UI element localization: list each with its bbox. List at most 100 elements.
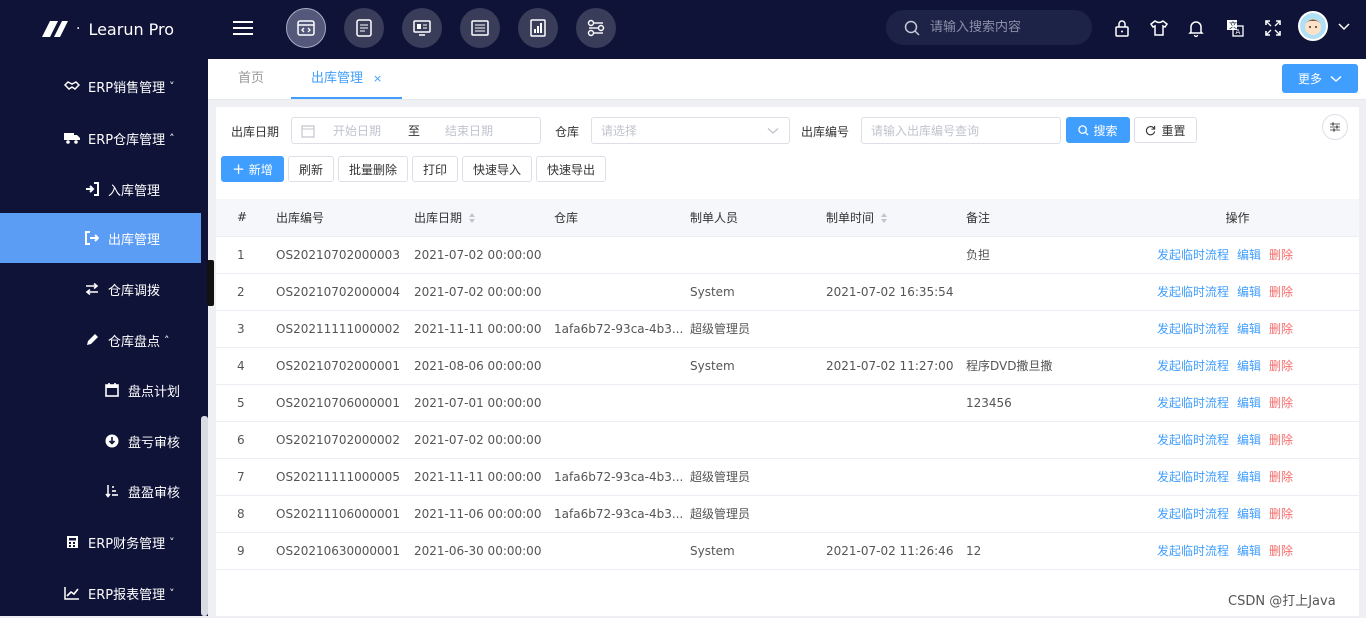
table-row[interactable]: 5 OS20210706000001 2021-07-01 00:00:00 1234…	[216, 384, 1359, 422]
warehouse-select[interactable]: 请选择	[591, 117, 790, 144]
col-header-created-time[interactable]: 制单时间	[826, 199, 966, 237]
col-header-warehouse[interactable]: 仓库	[554, 199, 690, 237]
edit-link[interactable]: 编辑	[1237, 322, 1261, 336]
delete-link[interactable]: 删除	[1269, 248, 1293, 262]
table-row[interactable]: 6 OS20210702000002 2021-07-02 00:00:00 发起临时…	[216, 421, 1359, 459]
code-search-field[interactable]: 请输入出库编号查询	[861, 117, 1061, 144]
global-search-input[interactable]	[930, 20, 1080, 35]
sidebar-item-erp-report[interactable]: ERP报表管理 ˅	[0, 568, 201, 618]
sidebar-collapse-handle[interactable]	[207, 260, 214, 306]
start-flow-link[interactable]: 发起临时流程	[1157, 433, 1229, 447]
delete-link[interactable]: 删除	[1269, 507, 1293, 521]
quick-export-button[interactable]: 快速导出	[536, 156, 606, 182]
theme-shirt-icon[interactable]	[1148, 17, 1170, 39]
table-row[interactable]: 1 OS20210702000003 2021-07-02 00:00:00 负担 发起…	[216, 236, 1359, 274]
sort-icon[interactable]	[880, 212, 888, 224]
fullscreen-icon[interactable]	[1262, 17, 1284, 39]
module-flow-button[interactable]	[576, 8, 616, 48]
bell-icon[interactable]	[1185, 17, 1207, 39]
table-row[interactable]: 9 OS20210630000001 2021-06-30 00:00:00 Syst…	[216, 532, 1359, 570]
module-report-button[interactable]	[518, 8, 558, 48]
col-header-date[interactable]: 出库日期	[414, 199, 554, 237]
table-row[interactable]: 2 OS20210702000004 2021-07-02 00:00:00 Syst…	[216, 273, 1359, 311]
delete-link[interactable]: 删除	[1269, 322, 1293, 336]
cell-actions: 发起临时流程 编辑 删除	[1116, 347, 1359, 385]
cell-warehouse	[554, 421, 690, 459]
start-flow-link[interactable]: 发起临时流程	[1157, 359, 1229, 373]
sidebar-item-erp-finance[interactable]: ERP财务管理 ˅	[0, 517, 201, 567]
delete-link[interactable]: 删除	[1269, 544, 1293, 558]
cell-warehouse	[554, 236, 690, 274]
close-icon[interactable]: ×	[373, 72, 382, 85]
calendar-icon	[301, 124, 315, 138]
module-news-button[interactable]	[460, 8, 500, 48]
date-range-picker[interactable]: 开始日期 至 结束日期	[291, 117, 541, 144]
refresh-button[interactable]: 刷新	[288, 156, 334, 182]
translate-icon[interactable]: 文A	[1224, 17, 1246, 39]
start-date-placeholder[interactable]: 开始日期	[333, 122, 381, 139]
module-form-button[interactable]	[344, 8, 384, 48]
reset-button[interactable]: 重置	[1134, 117, 1197, 143]
delete-link[interactable]: 删除	[1269, 396, 1293, 410]
user-menu-chevron-icon[interactable]	[1338, 22, 1350, 32]
add-button[interactable]: + 新增	[221, 156, 284, 182]
edit-link[interactable]: 编辑	[1237, 544, 1261, 558]
sidebar-item-stocktake[interactable]: 仓库盘点 ˄	[0, 315, 201, 365]
more-button[interactable]: 更多	[1282, 64, 1358, 93]
start-flow-link[interactable]: 发起临时流程	[1157, 248, 1229, 262]
col-header-code[interactable]: 出库编号	[276, 199, 414, 237]
table-row[interactable]: 4 OS20210702000001 2021-08-06 00:00:00 Syst…	[216, 347, 1359, 385]
sidebar-item-gain-review[interactable]: 盘盈审核	[0, 466, 201, 516]
cell-index: 1	[216, 236, 276, 274]
start-flow-link[interactable]: 发起临时流程	[1157, 322, 1229, 336]
delete-link[interactable]: 删除	[1269, 433, 1293, 447]
start-flow-link[interactable]: 发起临时流程	[1157, 470, 1229, 484]
edit-link[interactable]: 编辑	[1237, 396, 1261, 410]
module-code-button[interactable]	[286, 8, 326, 48]
edit-link[interactable]: 编辑	[1237, 285, 1261, 299]
sort-icon[interactable]	[468, 212, 476, 224]
quick-import-button[interactable]: 快速导入	[462, 156, 532, 182]
menu-toggle-icon[interactable]	[232, 17, 254, 39]
table-row[interactable]: 7 OS20211111000005 2021-11-11 00:00:00 1afa…	[216, 458, 1359, 496]
module-monitor-button[interactable]	[402, 8, 442, 48]
start-flow-link[interactable]: 发起临时流程	[1157, 285, 1229, 299]
edit-link[interactable]: 编辑	[1237, 433, 1261, 447]
edit-link[interactable]: 编辑	[1237, 507, 1261, 521]
end-date-placeholder[interactable]: 结束日期	[445, 122, 493, 139]
start-flow-link[interactable]: 发起临时流程	[1157, 507, 1229, 521]
start-flow-link[interactable]: 发起临时流程	[1157, 544, 1229, 558]
sidebar-item-stock-out[interactable]: 出库管理	[0, 213, 201, 263]
sidebar-item-transfer[interactable]: 仓库调拨	[0, 264, 201, 314]
table-row[interactable]: 3 OS20211111000002 2021-11-11 00:00:00 1afa…	[216, 310, 1359, 348]
delete-link[interactable]: 删除	[1269, 359, 1293, 373]
delete-link[interactable]: 删除	[1269, 470, 1293, 484]
cell-remark	[966, 273, 1116, 311]
column-settings-button[interactable]	[1322, 114, 1348, 140]
search-button[interactable]: 搜索	[1066, 117, 1130, 143]
sidebar-scrollbar-thumb[interactable]	[201, 416, 208, 616]
cell-warehouse	[554, 347, 690, 385]
print-button[interactable]: 打印	[412, 156, 458, 182]
delete-link[interactable]: 删除	[1269, 285, 1293, 299]
app-logo[interactable]: · Learun Pro	[40, 19, 174, 39]
edit-link[interactable]: 编辑	[1237, 470, 1261, 484]
sidebar-item-erp-warehouse[interactable]: ERP仓库管理 ˄	[0, 113, 201, 163]
edit-link[interactable]: 编辑	[1237, 359, 1261, 373]
start-flow-link[interactable]: 发起临时流程	[1157, 396, 1229, 410]
table-row[interactable]: 8 OS20211106000001 2021-11-06 00:00:00 1afa…	[216, 495, 1359, 533]
user-avatar[interactable]	[1298, 11, 1328, 41]
sidebar-item-erp-sales[interactable]: ERP销售管理 ˅	[0, 61, 201, 111]
lock-icon[interactable]	[1111, 17, 1133, 39]
col-header-creator[interactable]: 制单人员	[690, 199, 826, 237]
tab-home[interactable]: 首页	[238, 59, 264, 99]
edit-link[interactable]: 编辑	[1237, 248, 1261, 262]
search-button-label: 搜索	[1093, 123, 1118, 138]
tab-stock-out[interactable]: 出库管理 ×	[291, 59, 403, 99]
sidebar-item-stock-in[interactable]: 入库管理	[0, 164, 201, 214]
global-search[interactable]	[886, 10, 1092, 45]
sidebar-item-loss-review[interactable]: 盘亏审核	[0, 416, 201, 466]
batch-delete-button[interactable]: 批量删除	[338, 156, 408, 182]
col-header-remark[interactable]: 备注	[966, 199, 1116, 237]
sidebar-item-count-plan[interactable]: 盘点计划	[0, 365, 201, 415]
